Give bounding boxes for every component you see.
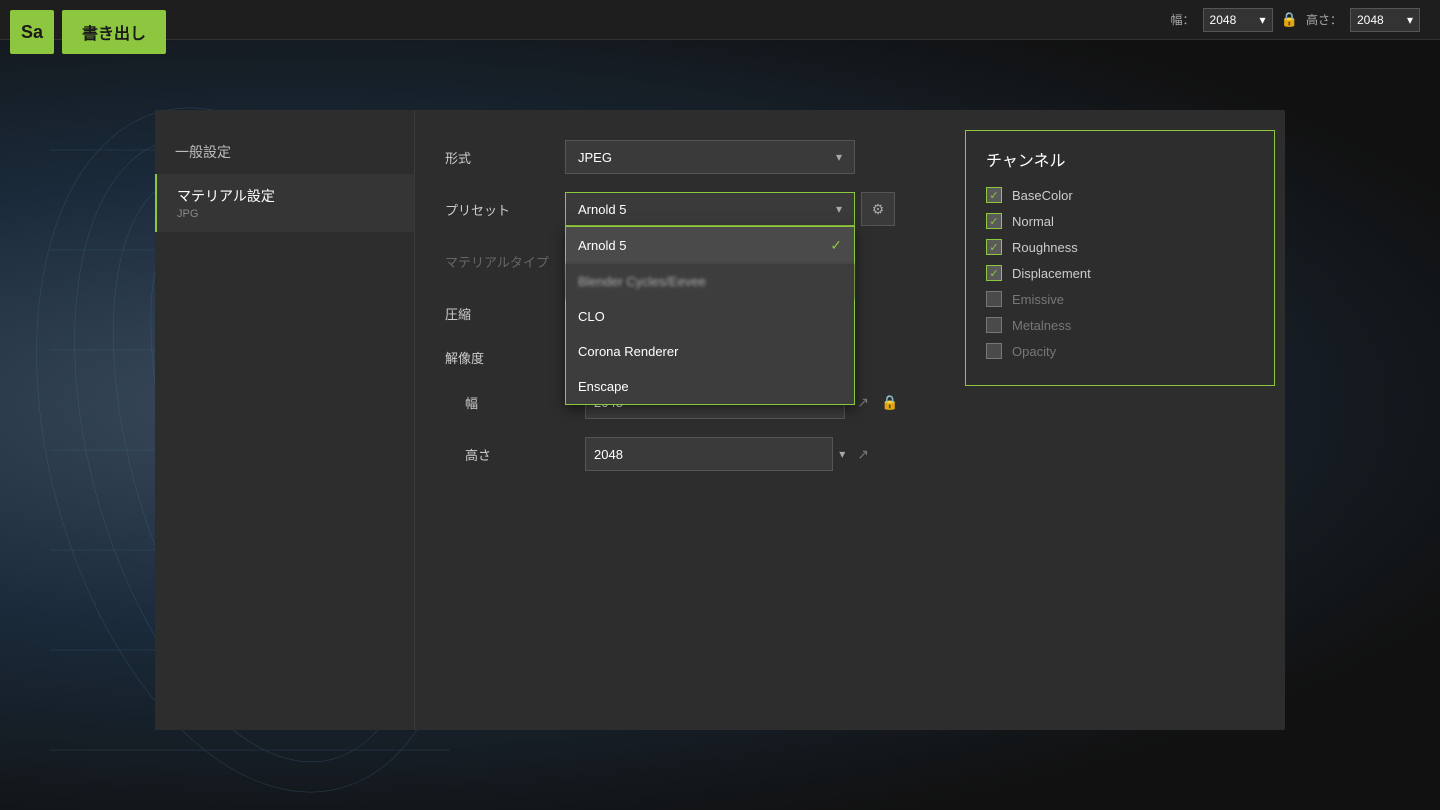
width-value: 2048	[1210, 13, 1237, 27]
dropdown-item-blender-label: Blender Cycles/Eevee	[578, 274, 706, 289]
channel-roughness: ✓ Roughness	[986, 239, 1254, 255]
channel-opacity-label: Opacity	[1012, 344, 1056, 359]
top-bar-right: 幅： 2048 ▾ 🔒 高さ： 2048 ▾	[1171, 8, 1420, 32]
dropdown-item-clo[interactable]: CLO	[566, 299, 854, 334]
gear-icon: ⚙	[872, 201, 885, 218]
link-icon: 🔒	[875, 388, 904, 417]
preset-dropdown[interactable]: Arnold 5 ▾	[565, 192, 855, 226]
lock-icon: 🔒	[1281, 11, 1298, 28]
dropdown-item-arnold5-label: Arnold 5	[578, 238, 626, 253]
app-logo: Sa	[10, 10, 54, 54]
channel-opacity: Opacity	[986, 343, 1254, 359]
channel-roughness-label: Roughness	[1012, 240, 1078, 255]
dropdown-item-arnold5[interactable]: Arnold 5 ✓	[566, 227, 854, 264]
nav-general-settings[interactable]: 一般設定	[155, 130, 414, 174]
width-dropdown[interactable]: 2048 ▾	[1203, 8, 1273, 32]
channels-title: チャンネル	[986, 147, 1254, 171]
channel-emissive-label: Emissive	[1012, 292, 1064, 307]
checkbox-opacity[interactable]	[986, 343, 1002, 359]
preset-label: プリセット	[445, 200, 565, 219]
dropdown-item-corona[interactable]: Corona Renderer	[566, 334, 854, 369]
dropdown-item-clo-label: CLO	[578, 309, 605, 324]
channel-displacement-label: Displacement	[1012, 266, 1091, 281]
content-area: 形式 JPEG ▾ プリセット Arnold 5 ▾ ⚙ Arnold 5 ✓	[415, 110, 1285, 730]
height-row: 高さ 2048 ▾ ↗	[465, 437, 1255, 471]
preset-value: Arnold 5	[578, 202, 626, 217]
check-displacement-icon: ✓	[989, 267, 998, 280]
preset-chevron-icon: ▾	[836, 202, 842, 216]
dropdown-item-enscape[interactable]: Enscape	[566, 369, 854, 404]
check-roughness-icon: ✓	[989, 241, 998, 254]
channel-emissive: Emissive	[986, 291, 1254, 307]
nav-material-settings[interactable]: マテリアル設定 JPG	[155, 174, 414, 232]
checkbox-displacement[interactable]: ✓	[986, 265, 1002, 281]
height-field[interactable]: 2048	[585, 437, 833, 471]
nav-material-sub: JPG	[177, 208, 394, 220]
preset-row: プリセット Arnold 5 ▾ ⚙ Arnold 5 ✓ Blender Cy…	[445, 192, 1255, 226]
height-field-label: 高さ	[465, 445, 585, 464]
check-icon: ✓	[830, 237, 842, 254]
channel-metalness: Metalness	[986, 317, 1254, 333]
resolution-label: 解像度	[445, 348, 565, 367]
preset-dropdown-menu: Arnold 5 ✓ Blender Cycles/Eevee CLO Coro…	[565, 226, 855, 405]
height-chevron-icon: ▾	[839, 447, 845, 461]
expand-height-icon[interactable]: ↗	[851, 440, 875, 469]
height-value: 2048	[1357, 13, 1384, 27]
format-value: JPEG	[578, 150, 612, 165]
dropdown-item-corona-label: Corona Renderer	[578, 344, 678, 359]
height-field-value: 2048	[594, 447, 623, 462]
height-dropdown[interactable]: 2048 ▾	[1350, 8, 1420, 32]
width-label: 幅：	[1171, 11, 1195, 28]
logo-area: Sa 書き出し	[10, 10, 166, 54]
height-label: 高さ：	[1306, 11, 1342, 28]
compression-label: 圧縮	[445, 304, 565, 323]
channel-metalness-label: Metalness	[1012, 318, 1071, 333]
dropdown-item-blender[interactable]: Blender Cycles/Eevee	[566, 264, 854, 299]
width-chevron-icon: ▾	[1260, 13, 1266, 27]
checkbox-emissive[interactable]	[986, 291, 1002, 307]
dropdown-item-enscape-label: Enscape	[578, 379, 629, 394]
left-nav: 一般設定 マテリアル設定 JPG	[155, 110, 415, 730]
checkbox-roughness[interactable]: ✓	[986, 239, 1002, 255]
main-panel: 一般設定 マテリアル設定 JPG 形式 JPEG ▾ プリセット Arnold …	[155, 110, 1285, 730]
gear-button[interactable]: ⚙	[861, 192, 895, 226]
format-label: 形式	[445, 148, 565, 167]
height-input-row: 2048 ▾ ↗	[585, 437, 875, 471]
format-chevron-icon: ▾	[836, 150, 842, 164]
channels-panel: チャンネル ✓ BaseColor ✓ Normal ✓ Roug	[965, 130, 1275, 386]
format-dropdown[interactable]: JPEG ▾	[565, 140, 855, 174]
export-button[interactable]: 書き出し	[62, 10, 166, 54]
material-type-label: マテリアルタイプ	[445, 252, 565, 271]
checkbox-metalness[interactable]	[986, 317, 1002, 333]
top-bar: 幅： 2048 ▾ 🔒 高さ： 2048 ▾	[0, 0, 1440, 40]
channel-displacement: ✓ Displacement	[986, 265, 1254, 281]
height-chevron-icon: ▾	[1407, 13, 1413, 27]
